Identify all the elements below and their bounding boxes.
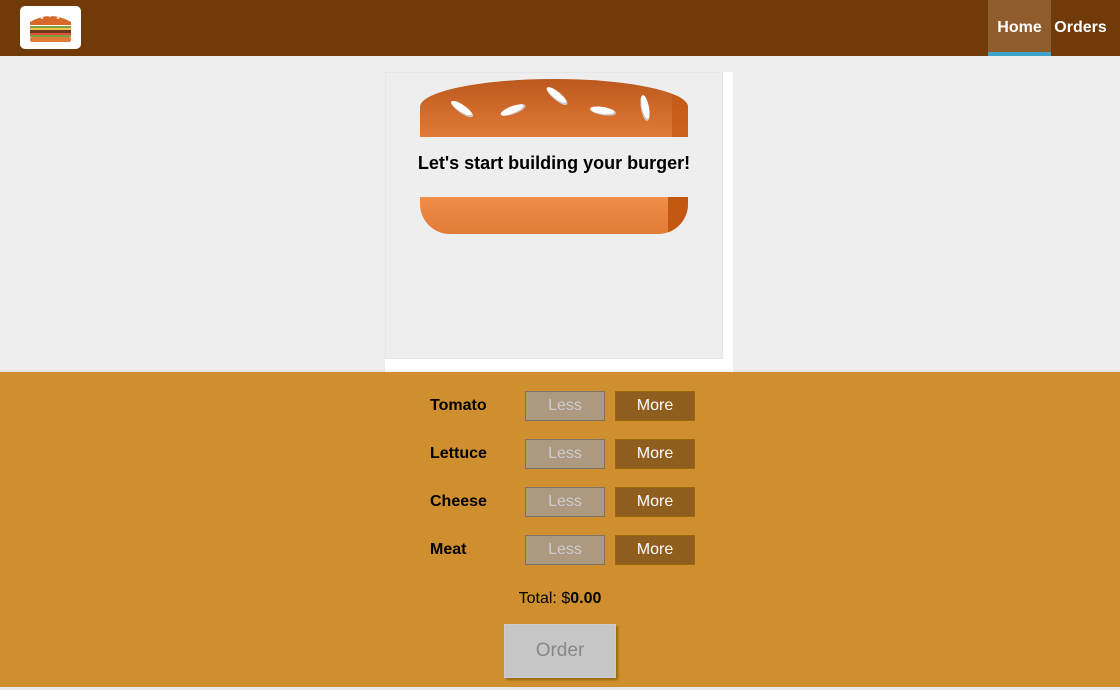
- burger-preview-panel: Let's start building your burger!: [385, 72, 723, 359]
- meat-less-button[interactable]: Less: [525, 535, 605, 565]
- seed-icon: [638, 94, 652, 122]
- order-button[interactable]: Order: [504, 624, 616, 678]
- ingredient-label: Lettuce: [430, 445, 487, 462]
- ingredient-row-tomato: Tomato Less More: [430, 391, 695, 421]
- meat-more-button[interactable]: More: [615, 535, 695, 565]
- lettuce-less-button[interactable]: Less: [525, 439, 605, 469]
- seed-icon: [544, 84, 570, 108]
- tomato-less-button[interactable]: Less: [525, 391, 605, 421]
- ingredient-label: Tomato: [430, 397, 487, 414]
- seed-icon: [449, 98, 475, 120]
- cheese-more-button[interactable]: More: [615, 487, 695, 517]
- bread-bottom-icon: [420, 197, 688, 234]
- ingredient-label: Meat: [430, 541, 467, 558]
- burger-logo-icon[interactable]: [20, 6, 81, 49]
- main-nav: Home Orders: [988, 0, 1120, 56]
- total-label: Total: $: [518, 590, 571, 607]
- ingredient-row-lettuce: Lettuce Less More: [430, 439, 695, 469]
- ingredient-label: Cheese: [430, 493, 487, 510]
- nav-orders-link[interactable]: Orders: [1051, 0, 1120, 56]
- cheese-less-button[interactable]: Less: [525, 487, 605, 517]
- seed-icon: [589, 104, 617, 118]
- top-toolbar: Home Orders: [0, 0, 1120, 56]
- nav-home-link[interactable]: Home: [988, 0, 1051, 56]
- burger-preview: Let's start building your burger!: [385, 72, 735, 372]
- ingredient-row-meat: Meat Less More: [430, 535, 695, 565]
- tomato-more-button[interactable]: More: [615, 391, 695, 421]
- bread-top-icon: [420, 79, 688, 137]
- total-price: Total: $0.00: [0, 590, 1120, 608]
- total-value: 0.00: [570, 590, 602, 607]
- ingredient-row-cheese: Cheese Less More: [430, 487, 695, 517]
- lettuce-more-button[interactable]: More: [615, 439, 695, 469]
- seed-icon: [499, 101, 527, 119]
- empty-burger-message: Let's start building your burger!: [417, 153, 691, 173]
- build-controls: Tomato Less More Lettuce Less More Chees…: [0, 372, 1120, 690]
